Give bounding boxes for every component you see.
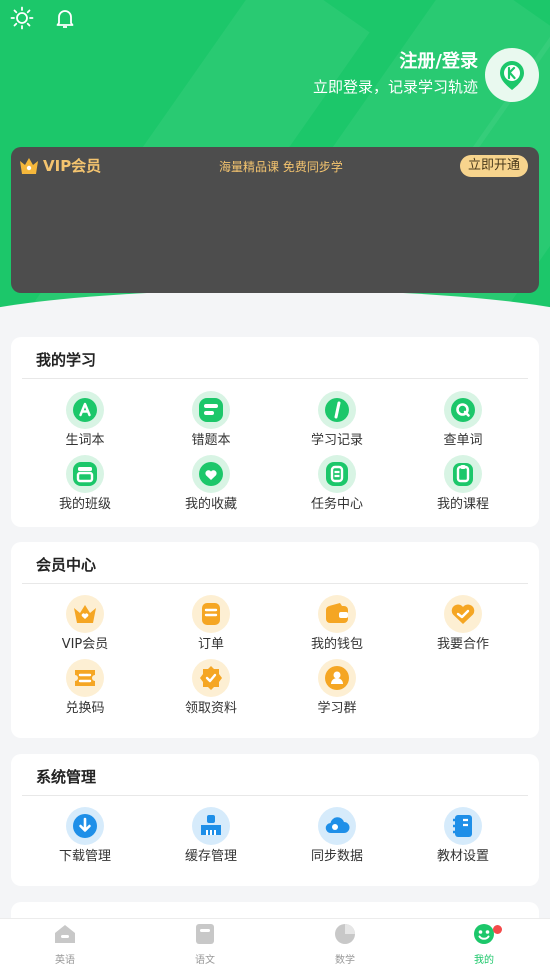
section-title: 会员中心 bbox=[36, 556, 97, 574]
grid-label: 查单词 bbox=[443, 433, 483, 448]
wallet-item[interactable]: 我的钱包 bbox=[274, 595, 400, 654]
sync-data-item[interactable]: 同步数据 bbox=[274, 807, 400, 866]
clipboard-icon bbox=[444, 455, 482, 493]
task-icon bbox=[318, 455, 356, 493]
smiley-icon bbox=[474, 924, 494, 944]
grid-label: 下载管理 bbox=[58, 849, 111, 864]
order-icon bbox=[192, 595, 230, 633]
login-subtitle: 立即登录，记录学习轨迹 bbox=[312, 78, 478, 96]
grid-label: 我的钱包 bbox=[310, 637, 363, 652]
avatar[interactable] bbox=[485, 48, 539, 102]
home-icon bbox=[55, 925, 75, 943]
vip-title: VIP会员 bbox=[43, 157, 102, 175]
divider bbox=[22, 583, 528, 584]
grid-label: 任务中心 bbox=[310, 497, 363, 512]
task-center-item[interactable]: 任务中心 bbox=[274, 455, 400, 514]
get-materials-item[interactable]: 领取资料 bbox=[148, 659, 274, 718]
study-record-item[interactable]: 学习记录 bbox=[274, 391, 400, 450]
login-block[interactable]: 注册/登录 立即登录，记录学习轨迹 bbox=[313, 50, 478, 98]
vip-banner-heading: VIP会员 bbox=[19, 155, 101, 176]
badge-check-icon bbox=[192, 659, 230, 697]
vip-slogan: 海量精品课 免费同步学 bbox=[219, 160, 343, 174]
my-favorites-item[interactable]: 我的收藏 bbox=[148, 455, 274, 514]
orders-item[interactable]: 订单 bbox=[148, 595, 274, 654]
my-class-item[interactable]: 我的班级 bbox=[22, 455, 148, 514]
download-icon bbox=[66, 807, 104, 845]
tab-english[interactable]: 英语 bbox=[25, 923, 105, 965]
lookup-word-icon bbox=[444, 391, 482, 429]
system-section: 系统管理 下载管理 缓存管理 同步数据 教材设置 bbox=[11, 754, 539, 886]
grid-label: 我要合作 bbox=[436, 637, 489, 652]
textbook-settings-item[interactable]: 教材设置 bbox=[400, 807, 526, 866]
study-section: 我的学习 生词本 错题本 学习记录 查单词 我的班级 我的收藏 任务中心 我的课… bbox=[11, 337, 539, 527]
grid-label: 领取资料 bbox=[184, 701, 237, 716]
vocab-book-icon bbox=[66, 391, 104, 429]
avatar-logo-icon bbox=[500, 61, 524, 90]
tab-label: 语文 bbox=[195, 955, 215, 965]
tab-chinese[interactable]: 语文 bbox=[165, 923, 245, 965]
broom-icon bbox=[192, 807, 230, 845]
download-manage-item[interactable]: 下载管理 bbox=[22, 807, 148, 866]
heart-icon bbox=[192, 455, 230, 493]
tab-label: 我的 bbox=[474, 955, 494, 965]
cloud-icon bbox=[318, 807, 356, 845]
book-icon bbox=[196, 924, 214, 944]
bell-icon[interactable] bbox=[53, 6, 77, 30]
handshake-heart-icon bbox=[444, 595, 482, 633]
crown-icon bbox=[66, 595, 104, 633]
login-title[interactable]: 注册/登录 bbox=[313, 50, 478, 74]
grid-label: 我的班级 bbox=[58, 497, 111, 512]
ticket-icon bbox=[66, 659, 104, 697]
grid-label: 学习记录 bbox=[310, 433, 363, 448]
sun-icon[interactable] bbox=[10, 6, 34, 30]
vip-banner[interactable]: VIP会员 海量精品课 免费同步学 立即开通 bbox=[11, 147, 539, 293]
grid-label: 教材设置 bbox=[436, 849, 489, 864]
tab-mine[interactable]: 我的 bbox=[444, 923, 524, 965]
class-icon bbox=[66, 455, 104, 493]
grid-label: 订单 bbox=[197, 637, 224, 652]
divider bbox=[22, 378, 528, 379]
vocab-book-item[interactable]: 生词本 bbox=[22, 391, 148, 450]
crown-icon bbox=[20, 157, 38, 174]
study-record-icon bbox=[318, 391, 356, 429]
grid-label: 我的课程 bbox=[436, 497, 489, 512]
tab-label: 数学 bbox=[335, 955, 355, 965]
divider bbox=[22, 795, 528, 796]
wrong-questions-icon bbox=[192, 391, 230, 429]
pie-icon bbox=[335, 924, 355, 944]
wrong-questions-item[interactable]: 错题本 bbox=[148, 391, 274, 450]
vip-open-button[interactable]: 立即开通 bbox=[460, 155, 528, 177]
redeem-code-item[interactable]: 兑换码 bbox=[22, 659, 148, 718]
grid-label: 错题本 bbox=[191, 433, 231, 448]
tab-label: 英语 bbox=[55, 955, 75, 965]
wallet-icon bbox=[318, 595, 356, 633]
notification-dot bbox=[493, 925, 502, 934]
notebook-icon bbox=[444, 807, 482, 845]
section-title: 系统管理 bbox=[36, 768, 97, 786]
grid-label: 我的收藏 bbox=[184, 497, 237, 512]
grid-label: 兑换码 bbox=[65, 701, 105, 716]
grid-label: 学习群 bbox=[317, 701, 357, 716]
user-icon bbox=[318, 659, 356, 697]
grid-label: 生词本 bbox=[65, 433, 105, 448]
lookup-word-item[interactable]: 查单词 bbox=[400, 391, 526, 450]
member-section: 会员中心 VIP会员 订单 我的钱包 我要合作 兑换码 领取资料 学习群 bbox=[11, 542, 539, 738]
vip-member-item[interactable]: VIP会员 bbox=[22, 595, 148, 654]
tab-math[interactable]: 数学 bbox=[305, 923, 385, 965]
grid-label: 同步数据 bbox=[310, 849, 363, 864]
cooperation-item[interactable]: 我要合作 bbox=[400, 595, 526, 654]
bottom-tab-bar: 英语 语文 数学 我的 bbox=[0, 918, 550, 965]
cache-manage-item[interactable]: 缓存管理 bbox=[148, 807, 274, 866]
grid-label: 缓存管理 bbox=[184, 849, 237, 864]
grid-label: VIP会员 bbox=[61, 637, 109, 652]
study-group-item[interactable]: 学习群 bbox=[274, 659, 400, 718]
section-title: 我的学习 bbox=[36, 351, 97, 369]
my-courses-item[interactable]: 我的课程 bbox=[400, 455, 526, 514]
